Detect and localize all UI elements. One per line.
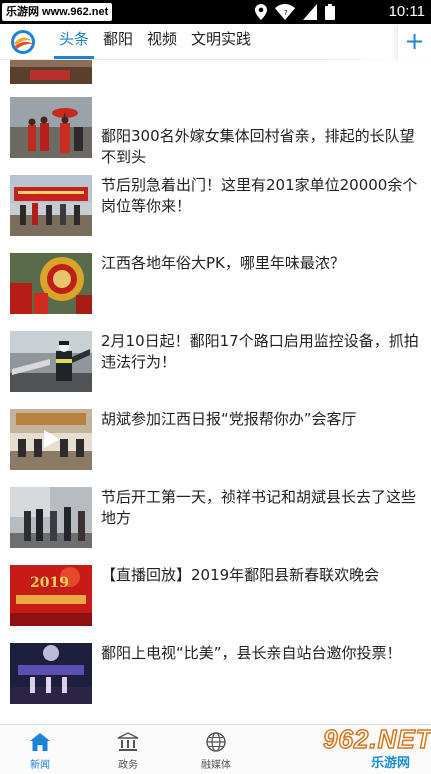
news-title: 胡斌参加江西日报“党报帮你办”会客厅 [101,410,357,428]
svg-text:?: ? [284,9,288,17]
nav-media[interactable]: 融媒体 [176,725,256,774]
news-thumbnail [10,97,92,158]
news-item[interactable]: 节后开工第一天，祯祥书记和胡斌县长去了这些地方 [0,482,431,560]
news-title: 鄱阳上电视“比美”，县长亲自站台邀你投票！ [101,644,402,662]
news-title: 江西各地年俗大PK，哪里年味最浓？ [101,254,345,272]
tab-headlines[interactable]: 头条 [52,24,96,60]
nav-label: 政务 [118,760,138,771]
news-feed[interactable]: 鄱阳300名外嫁女集体回村省亲，排起的长队望不到头 节后别急着出门！这里有201… [0,60,431,724]
watermark-subtext: 乐游网 [371,756,411,771]
news-item[interactable]: 鄱阳上电视“比美”，县长亲自站台邀你投票！ [0,638,431,716]
nav-label: 新闻 [30,760,50,771]
watermark-badge: 乐游网 www.962.net [2,3,113,21]
tab-poyang[interactable]: 鄱阳 [96,24,140,60]
status-icons: ? [255,4,335,20]
news-thumbnail [10,643,92,704]
tab-video[interactable]: 视频 [140,24,184,60]
app-logo-icon [11,30,35,54]
news-title: 节后别急着出门！这里有201家单位20000余个岗位等你来！ [101,176,418,215]
news-title: 节后开工第一天，祯祥书记和胡斌县长去了这些地方 [101,488,417,527]
signal-icon [303,4,317,20]
news-item[interactable]: 鄱阳300名外嫁女集体回村省亲，排起的长队望不到头 [0,92,431,170]
news-thumbnail [10,487,92,548]
svg-text:2019: 2019 [30,575,69,591]
news-thumbnail [10,60,92,84]
news-thumbnail [10,253,92,314]
news-item[interactable]: 江西各地年俗大PK，哪里年味最浓？ [0,248,431,326]
nav-news[interactable]: 新闻 [0,725,80,774]
add-channel-button[interactable]: + [397,24,431,60]
channel-bar: 头条 鄱阳 视频 文明实践 + [0,24,431,60]
news-thumbnail [10,175,92,236]
home-icon [30,733,50,751]
bank-icon [117,732,139,751]
news-item[interactable]: 2月10日起！鄱阳17个路口启用监控设备，抓拍违法行为！ [0,326,431,404]
nav-government[interactable]: 政务 [88,725,168,774]
news-item[interactable] [0,60,431,96]
location-icon [255,4,267,20]
news-thumbnail: 2019 [10,565,92,626]
tab-fade [330,24,400,60]
news-title: 2月10日起！鄱阳17个路口启用监控设备，抓拍违法行为！ [101,332,419,371]
news-item[interactable]: 胡斌参加江西日报“党报帮你办”会客厅 [0,404,431,482]
news-title: 鄱阳300名外嫁女集体回村省亲，排起的长队望不到头 [101,127,415,166]
channel-tabs: 头条 鄱阳 视频 文明实践 [52,24,258,60]
globe-icon [206,732,226,752]
status-bar: 乐游网 www.962.net ? 10:11 [0,0,431,24]
news-item[interactable]: 2019 【直播回放】2019年鄱阳县新春联欢晚会 [0,560,431,638]
play-icon [44,430,60,448]
tab-civilization-practice[interactable]: 文明实践 [184,24,258,60]
news-item[interactable]: 节后别急着出门！这里有201家单位20000余个岗位等你来！ [0,170,431,248]
news-thumbnail [10,331,92,392]
battery-icon [325,4,335,20]
status-time: 10:11 [388,3,425,20]
watermark-logo: 962.NET 乐游网 [293,723,431,774]
nav-label: 融媒体 [201,760,231,771]
news-title: 【直播回放】2019年鄱阳县新春联欢晚会 [101,566,380,584]
watermark-text: 962.NET [322,723,431,755]
wifi-icon: ? [275,4,295,20]
